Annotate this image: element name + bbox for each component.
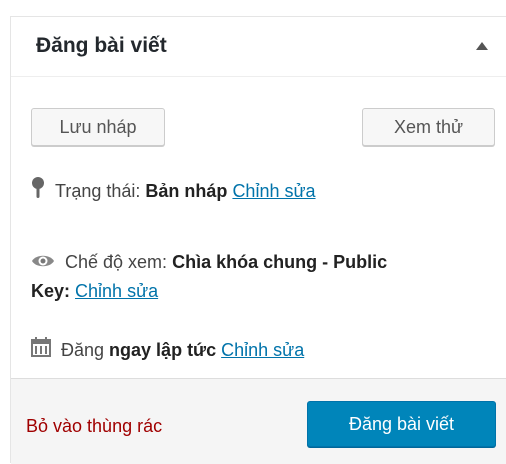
preview-button[interactable]: Xem thử <box>362 108 495 146</box>
schedule-value: ngay lập tức <box>109 340 217 360</box>
status-row: Trạng thái: Bản nháp Chỉnh sửa <box>31 177 316 207</box>
schedule-edit-link[interactable]: Chỉnh sửa <box>221 340 304 360</box>
visibility-label: Chế độ xem: <box>65 252 168 272</box>
pin-icon <box>31 177 45 207</box>
move-to-trash-link[interactable]: Bỏ vào thùng rác <box>26 416 162 437</box>
visibility-edit-link[interactable]: Chỉnh sửa <box>75 281 158 301</box>
visibility-value: Chìa khóa chung - Public <box>172 252 388 272</box>
publish-box: Đăng bài viết Lưu nháp Xem thử Trạng thá… <box>10 16 506 464</box>
eye-icon <box>31 249 55 277</box>
publish-box-footer: Bỏ vào thùng rác Đăng bài viết <box>11 378 506 464</box>
status-edit-link[interactable]: Chỉnh sửa <box>232 181 315 201</box>
visibility-line2: Key: Chỉnh sửa <box>31 277 501 305</box>
visibility-value-key: Key: <box>31 281 71 302</box>
publish-box-header[interactable]: Đăng bài viết <box>11 17 506 77</box>
visibility-row: Chế độ xem: Chìa khóa chung - Public Key… <box>31 248 501 305</box>
save-draft-button[interactable]: Lưu nháp <box>31 108 165 146</box>
status-value: Bản nháp <box>145 181 228 201</box>
calendar-icon <box>31 337 51 365</box>
status-label: Trạng thái: <box>55 181 141 201</box>
publish-button[interactable]: Đăng bài viết <box>307 401 496 447</box>
triangle-up-icon[interactable] <box>476 42 488 50</box>
schedule-label: Đăng <box>61 340 105 360</box>
schedule-row: Đăng ngay lập tức Chỉnh sửa <box>31 336 304 365</box>
publish-box-title: Đăng bài viết <box>36 34 167 57</box>
